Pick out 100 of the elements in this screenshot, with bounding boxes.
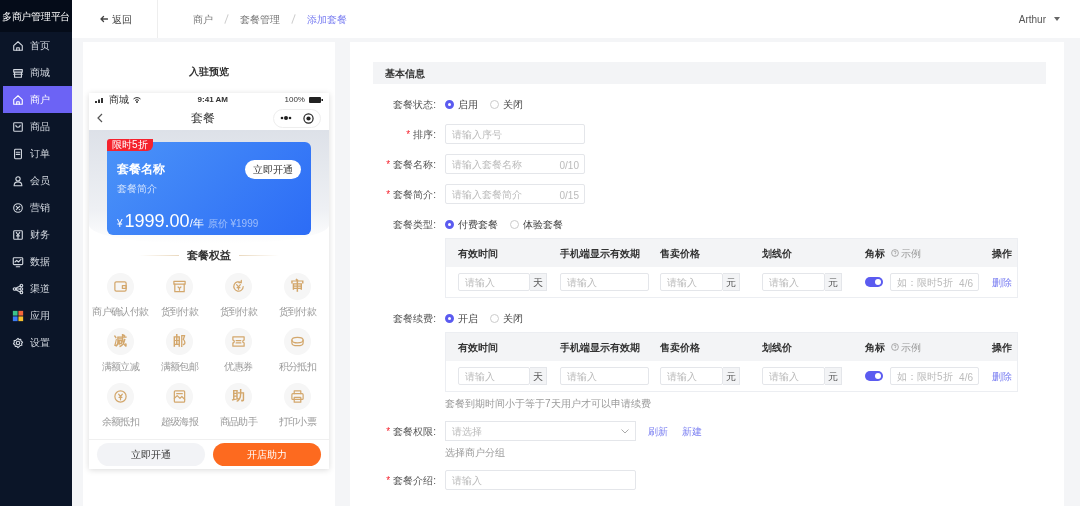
- benefit-label: 货到付款: [160, 304, 199, 319]
- store-icon: [12, 66, 24, 79]
- breadcrumb-item[interactable]: 商户: [193, 11, 213, 27]
- open-button[interactable]: 立即开通: [245, 160, 301, 179]
- column-header: 有效时间: [458, 246, 498, 261]
- field-label: 套餐权限:: [393, 425, 436, 437]
- unit-addon: 元: [723, 367, 740, 385]
- column-header: 角标: [865, 246, 885, 261]
- input-field[interactable]: 请输入: [660, 367, 723, 385]
- input-field[interactable]: 请输入: [458, 273, 530, 291]
- section-title: 基本信息: [385, 66, 425, 81]
- yen-cycle-icon: [231, 278, 246, 294]
- character-counter: 4/6: [959, 371, 973, 385]
- help-icon: [891, 343, 899, 351]
- radio-option[interactable]: 关闭: [490, 96, 523, 112]
- column-header: 划线价: [762, 246, 792, 261]
- document-icon: [12, 147, 24, 160]
- input-field[interactable]: 请输入: [458, 367, 530, 385]
- back-link[interactable]: 返回: [72, 0, 158, 38]
- sidebar-item[interactable]: 财务: [3, 221, 72, 248]
- refresh-link[interactable]: 刷新: [648, 423, 668, 439]
- price-unit: /年: [189, 217, 204, 231]
- field-label: 套餐介绍:: [393, 474, 436, 486]
- column-header: 有效时间: [458, 340, 498, 355]
- back-icon[interactable]: [97, 113, 103, 123]
- sidebar-item[interactable]: 设置: [3, 329, 72, 356]
- character-counter: 0/10: [559, 159, 579, 173]
- create-link[interactable]: 新建: [682, 423, 702, 439]
- battery-level: 100%: [284, 93, 305, 106]
- user-menu[interactable]: Arthur: [1018, 11, 1060, 27]
- sidebar-item[interactable]: 商城: [3, 59, 72, 86]
- field-label: 套餐续费:: [393, 312, 436, 324]
- unit-addon: 天: [530, 367, 547, 385]
- printer-icon: [290, 388, 305, 404]
- sidebar-item[interactable]: 商户: [3, 86, 72, 113]
- benefit-label: 超级海报: [160, 414, 199, 429]
- house-icon: [12, 39, 24, 52]
- benefit-icon: 减: [107, 327, 134, 355]
- delete-link[interactable]: 删除: [992, 368, 1012, 384]
- currency-symbol: ¥: [117, 217, 123, 231]
- field-label: 套餐状态:: [393, 98, 436, 110]
- benefit-label: 满额包邮: [160, 359, 199, 374]
- sidebar-item[interactable]: 营销: [3, 194, 72, 221]
- field-label: 套餐简介:: [393, 188, 436, 200]
- toggle-switch[interactable]: [865, 277, 883, 287]
- gear-icon: [12, 336, 24, 349]
- input-field[interactable]: 请输入: [445, 470, 636, 490]
- benefit-label: 商户确认付款: [92, 304, 149, 319]
- clock: 9:41 AM: [197, 93, 228, 106]
- radio-option[interactable]: 启用: [445, 96, 478, 112]
- sidebar-item[interactable]: 首页: [3, 32, 72, 59]
- character-counter: 0/15: [559, 189, 579, 203]
- delete-link[interactable]: 删除: [992, 274, 1012, 290]
- help-icon: [891, 249, 899, 257]
- sidebar-item[interactable]: 应用: [3, 302, 72, 329]
- yen-coin-icon: [113, 388, 128, 404]
- input-field[interactable]: 请输入序号: [445, 124, 585, 144]
- more-icon[interactable]: [279, 116, 292, 120]
- unit-addon: 元: [723, 273, 740, 291]
- input-field[interactable]: 请输入: [560, 273, 649, 291]
- sidebar-item[interactable]: 渠道: [3, 275, 72, 302]
- unit-addon: 元: [825, 367, 842, 385]
- radio-option[interactable]: 体验套餐: [510, 216, 563, 232]
- benefit-icon: 审: [284, 272, 311, 300]
- page-title: 套餐: [191, 110, 215, 127]
- unit-addon: 元: [825, 273, 842, 291]
- person-icon: [12, 174, 24, 187]
- signal-icon: [95, 96, 105, 103]
- toggle-switch[interactable]: [865, 371, 883, 381]
- benefit-label: 商品助手: [219, 414, 258, 429]
- sidebar-item[interactable]: 会员: [3, 167, 72, 194]
- discount-tag: 限时5折: [107, 139, 153, 151]
- app-title: 多商户管理平台: [0, 0, 72, 32]
- benefit-label: 优惠券: [224, 359, 253, 374]
- column-header: 售卖价格: [660, 340, 700, 355]
- radio-option[interactable]: 关闭: [490, 310, 523, 326]
- sidebar-item[interactable]: 数据: [3, 248, 72, 275]
- monitor-icon: [12, 255, 24, 268]
- sidebar-item[interactable]: 商品: [3, 113, 72, 140]
- input-field[interactable]: 请输入: [762, 367, 825, 385]
- breadcrumb-item[interactable]: 添加套餐: [307, 11, 347, 27]
- column-header: 操作: [992, 246, 1012, 261]
- bag-icon: [12, 120, 24, 133]
- benefit-icon: 助: [225, 382, 252, 410]
- chevron-down-icon: [621, 428, 629, 434]
- hint-text: 选择商户分组: [445, 446, 506, 460]
- input-field[interactable]: 请输入: [762, 273, 825, 291]
- input-field[interactable]: 请输入: [560, 367, 649, 385]
- benefit-label: 打印小票: [278, 414, 317, 429]
- close-icon[interactable]: [303, 112, 315, 124]
- open-button[interactable]: 立即开通: [97, 443, 205, 466]
- sidebar-item[interactable]: 订单: [3, 140, 72, 167]
- ticket-icon: [231, 333, 246, 349]
- column-header: 售卖价格: [660, 246, 700, 261]
- input-field[interactable]: 请输入: [660, 273, 723, 291]
- character-counter: 4/6: [959, 277, 973, 291]
- required-mark: *: [386, 474, 391, 486]
- radio-option[interactable]: 付费套餐: [445, 216, 498, 232]
- breadcrumb-item[interactable]: 套餐管理: [240, 11, 280, 27]
- radio-option[interactable]: 开启: [445, 310, 478, 326]
